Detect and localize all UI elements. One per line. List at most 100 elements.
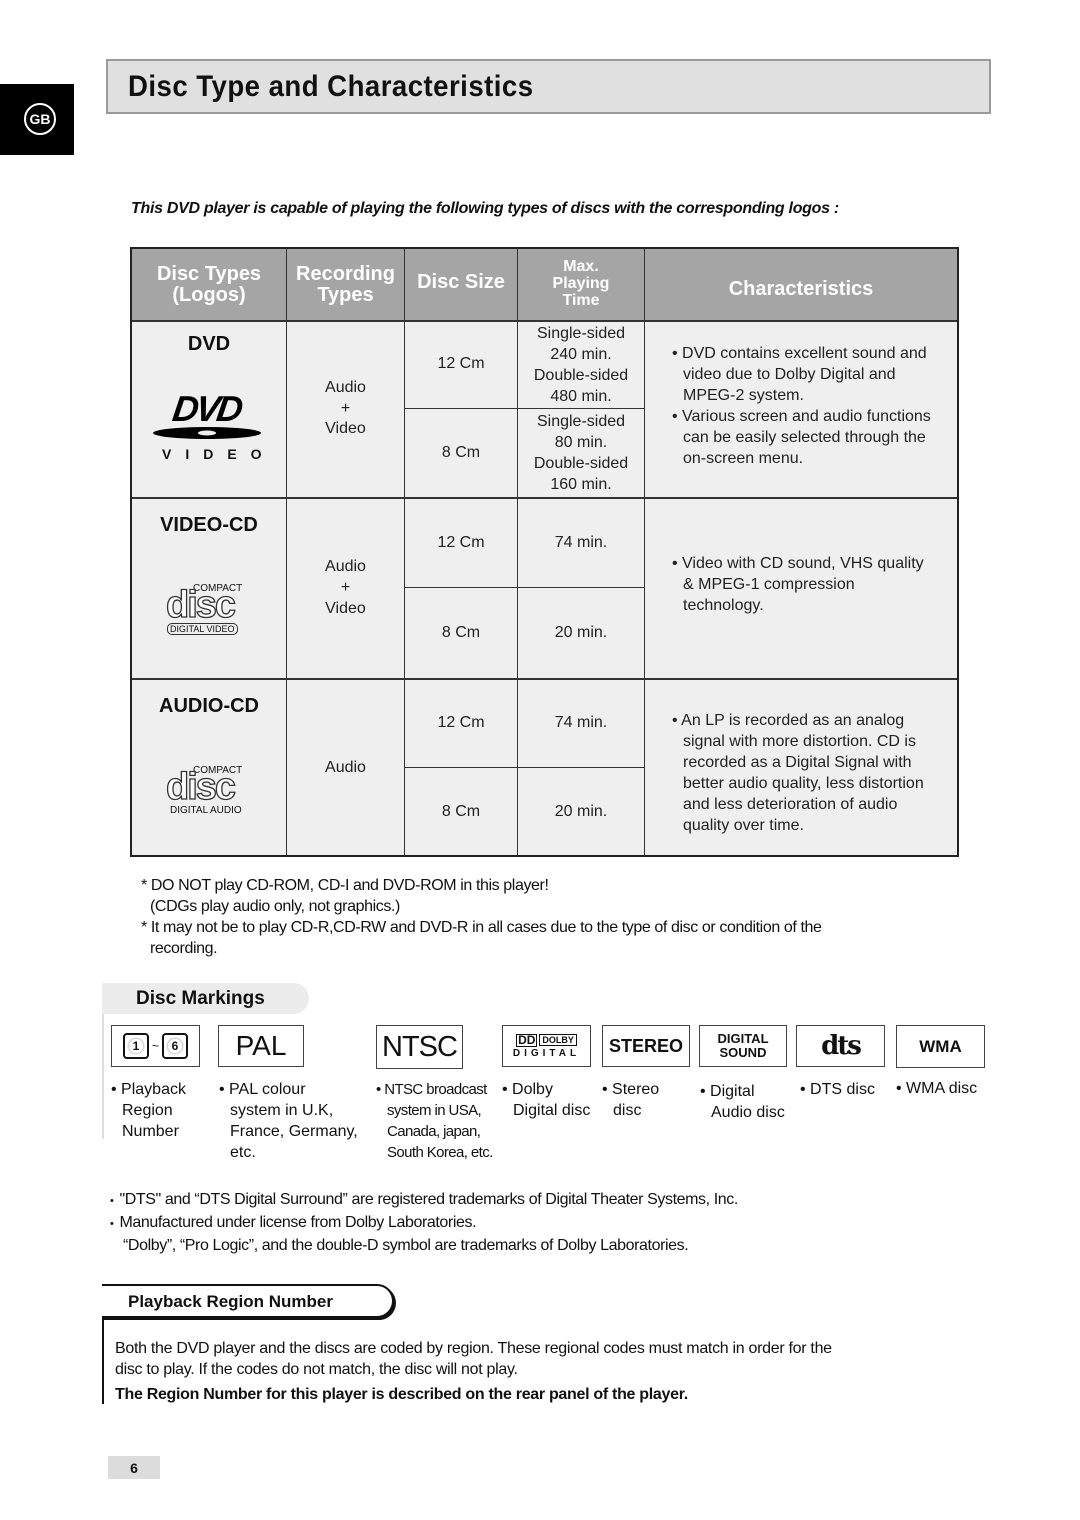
cell-text: Double-sided bbox=[533, 455, 629, 472]
bullet-text: Video with CD sound, VHS quality & MPEG-… bbox=[682, 555, 924, 614]
cell-text: 8 Cm bbox=[441, 443, 481, 461]
label-text: Audio disc bbox=[711, 1104, 785, 1121]
recording-type-audio-cd: Audio bbox=[287, 680, 404, 856]
disc-type-audio-cd: AUDIO-CD bbox=[159, 695, 259, 717]
note-cdg: (CDGs play audio only, not graphics.) bbox=[150, 898, 400, 915]
wma-logo: WMA bbox=[896, 1025, 985, 1068]
header-text: Types bbox=[317, 283, 374, 306]
label-text: Canada, japan, bbox=[387, 1123, 481, 1140]
cell-text: Audio bbox=[325, 378, 366, 396]
dvd-video-logo: DVD VIDEO bbox=[152, 388, 267, 462]
cell-text: Video bbox=[325, 599, 366, 617]
header-text: Max. bbox=[563, 258, 599, 276]
gb-badge: GB bbox=[24, 103, 56, 135]
marking-label-dts: • DTS disc bbox=[800, 1079, 875, 1100]
cell-text: 12 Cm bbox=[437, 714, 485, 732]
double-d-icon: DD bbox=[516, 1032, 538, 1047]
header-max-playing-time: Max. Playing Time bbox=[518, 249, 644, 320]
disc-type-dvd: DVD bbox=[187, 333, 231, 355]
disc-markings-heading: Disc Markings bbox=[102, 983, 309, 1014]
label-line: • DTS disc bbox=[800, 1081, 875, 1098]
label-text: disc bbox=[613, 1102, 642, 1119]
trademark-dts: • "DTS" and “DTS Digital Surround” are re… bbox=[110, 1191, 738, 1209]
divider bbox=[102, 1318, 104, 1404]
ntsc-logo: NTSC bbox=[376, 1025, 463, 1069]
dolby-digital-logo: DD DOLBY DIGITAL bbox=[502, 1025, 591, 1067]
digital-sound-top: DIGITAL bbox=[717, 1031, 769, 1046]
play-time-vcd-12: 74 min. bbox=[518, 499, 644, 588]
marking-label-stereo: • Stereo disc bbox=[602, 1079, 660, 1121]
label-line: • PAL colour bbox=[219, 1081, 306, 1098]
playback-region-note: The Region Number for this player is des… bbox=[115, 1386, 688, 1403]
region-logo-content: 1 ~ 6 bbox=[122, 1033, 188, 1059]
bullet-item: • An LP is recorded as an analog signal … bbox=[672, 712, 924, 834]
header-disc-size: Disc Size bbox=[405, 249, 517, 316]
cell-text: 20 min. bbox=[554, 802, 608, 820]
trademark-text: Manufactured under license from Dolby La… bbox=[119, 1214, 477, 1231]
pal-logo: PAL bbox=[218, 1025, 304, 1067]
page-number-text: 6 bbox=[130, 1459, 138, 1476]
header-text: Disc Size bbox=[417, 271, 505, 293]
recording-type-video-cd: Audio + Video bbox=[287, 499, 404, 678]
digital-text: DIGITAL bbox=[512, 1047, 581, 1059]
label-text: PAL colour bbox=[229, 1081, 306, 1098]
cell-text: Video bbox=[325, 420, 366, 438]
play-time-dvd-12: Single-sided 240 min. Double-sided 480 m… bbox=[518, 321, 644, 408]
cell-text: 240 min. bbox=[550, 345, 612, 363]
play-time-vcd-8: 20 min. bbox=[518, 588, 644, 678]
play-time-acd-8: 20 min. bbox=[518, 768, 644, 856]
label-text: France, Germany, bbox=[230, 1123, 358, 1140]
characteristics-dvd: • DVD contains excellent sound and video… bbox=[672, 343, 932, 469]
cell-text: + bbox=[340, 399, 351, 417]
bullet: • bbox=[110, 1195, 114, 1207]
tilde: ~ bbox=[151, 1039, 159, 1053]
label-text: Digital disc bbox=[513, 1102, 591, 1119]
dts-logo: dts bbox=[796, 1025, 885, 1067]
label-text: Region bbox=[122, 1102, 173, 1119]
pal-logo-text: PAL bbox=[235, 1030, 287, 1061]
cell-text: 20 min. bbox=[554, 623, 608, 641]
dolby-text: DOLBY bbox=[539, 1034, 577, 1046]
cell-text: 74 min. bbox=[554, 714, 608, 732]
header-text: Disc Types bbox=[156, 262, 262, 285]
recording-type-dvd: Audio + Video bbox=[287, 321, 404, 497]
marking-label-pal: • PAL colour system in U.K, France, Germ… bbox=[219, 1079, 358, 1163]
disc-size-dvd-12: 12 Cm bbox=[405, 321, 517, 408]
play-time-acd-12: 74 min. bbox=[518, 680, 644, 767]
label-line: • NTSC broadcast bbox=[376, 1081, 487, 1098]
bullet-text: DVD contains excellent sound and video d… bbox=[682, 345, 927, 404]
label-line: • Playback bbox=[111, 1081, 186, 1098]
globe-region-icon: 6 bbox=[162, 1033, 188, 1059]
label-text: etc. bbox=[230, 1144, 256, 1161]
characteristics-video-cd: • Video with CD sound, VHS quality & MPE… bbox=[672, 553, 932, 616]
ntsc-logo-text: NTSC bbox=[382, 1030, 458, 1063]
cell-text: Audio bbox=[325, 758, 366, 776]
region-from: 1 bbox=[132, 1039, 140, 1053]
divider bbox=[644, 249, 645, 855]
cell-text: Double-sided bbox=[533, 366, 629, 384]
header-text: Time bbox=[562, 291, 600, 309]
label-text: NTSC broadcast bbox=[384, 1081, 487, 1098]
header-text: Characteristics bbox=[728, 277, 874, 300]
cell-text: 74 min. bbox=[554, 534, 608, 552]
label-text: DTS disc bbox=[810, 1081, 875, 1098]
trademark-dolby: • Manufactured under license from Dolby L… bbox=[110, 1214, 477, 1232]
stereo-logo-text: STEREO bbox=[608, 1035, 683, 1056]
label-text: Digital bbox=[710, 1083, 755, 1100]
playback-region-body-1: Both the DVD player and the discs are co… bbox=[115, 1340, 832, 1357]
disc-size-dvd-8: 8 Cm bbox=[405, 409, 517, 497]
cd-logo-disc-text: disc bbox=[165, 584, 236, 626]
cd-logo-digital-audio-text: DIGITAL AUDIO bbox=[170, 805, 242, 816]
label-line: • WMA disc bbox=[896, 1080, 978, 1097]
cell-text: Audio bbox=[325, 558, 366, 576]
cell-text: + bbox=[340, 579, 351, 597]
dolby-top: DD DOLBY bbox=[516, 1032, 577, 1047]
cell-text: Single-sided bbox=[536, 324, 626, 342]
bullet-text: An LP is recorded as an analog signal wi… bbox=[681, 712, 924, 834]
stereo-logo: STEREO bbox=[602, 1025, 690, 1067]
characteristics-audio-cd: • An LP is recorded as an analog signal … bbox=[672, 710, 932, 836]
header-text: Recording bbox=[296, 262, 395, 285]
trademark-dolby-symbols: “Dolby”, “Pro Logic”, and the double-D s… bbox=[123, 1237, 689, 1254]
svg-text:DVD: DVD bbox=[170, 391, 246, 429]
marking-label-ntsc: • NTSC broadcast system in USA, Canada, … bbox=[376, 1079, 493, 1163]
